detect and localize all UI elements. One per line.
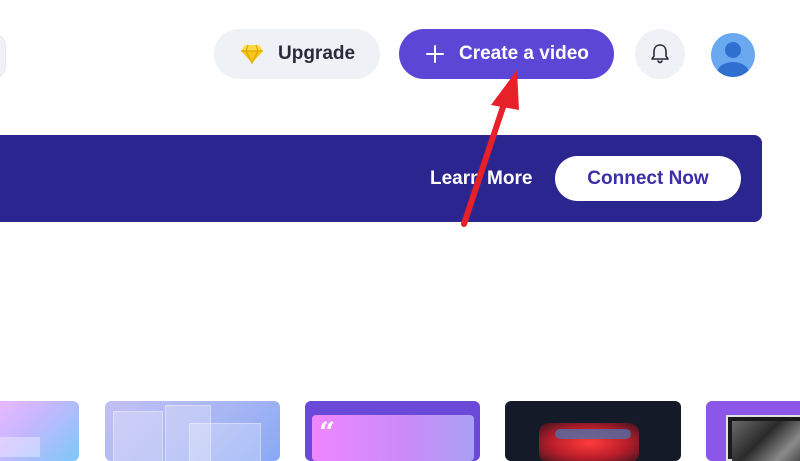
bell-icon [650, 43, 670, 65]
thumbnail-pane [189, 423, 261, 461]
thumbnail-screen [726, 415, 800, 461]
user-avatar[interactable] [711, 33, 755, 77]
template-thumbnails: “ [0, 401, 800, 461]
search-field-edge[interactable] [0, 33, 6, 79]
thumbnail-card [312, 415, 474, 461]
template-thumbnail[interactable] [706, 401, 800, 461]
template-thumbnail[interactable] [0, 401, 79, 461]
plus-icon [425, 44, 445, 64]
connect-now-label: Connect Now [587, 167, 709, 189]
template-thumbnail[interactable] [105, 401, 280, 461]
template-thumbnail[interactable]: “ [305, 401, 480, 461]
thumbnail-pane [113, 411, 163, 461]
learn-more-link[interactable]: Learn More [430, 168, 532, 190]
user-icon [711, 33, 755, 77]
template-thumbnail[interactable] [505, 401, 681, 461]
create-video-label: Create a video [459, 43, 589, 64]
create-video-button[interactable]: Create a video [399, 29, 614, 79]
thumbnail-bar [555, 429, 631, 439]
quote-mark-icon: “ [319, 416, 336, 449]
thumbnail-panel [0, 437, 40, 457]
upgrade-button[interactable]: Upgrade [214, 29, 380, 79]
notifications-button[interactable] [635, 29, 685, 79]
connect-now-button[interactable]: Connect Now [555, 156, 741, 201]
diamond-icon [240, 44, 264, 64]
thumbnail-image [732, 421, 800, 461]
upgrade-label: Upgrade [278, 43, 356, 64]
